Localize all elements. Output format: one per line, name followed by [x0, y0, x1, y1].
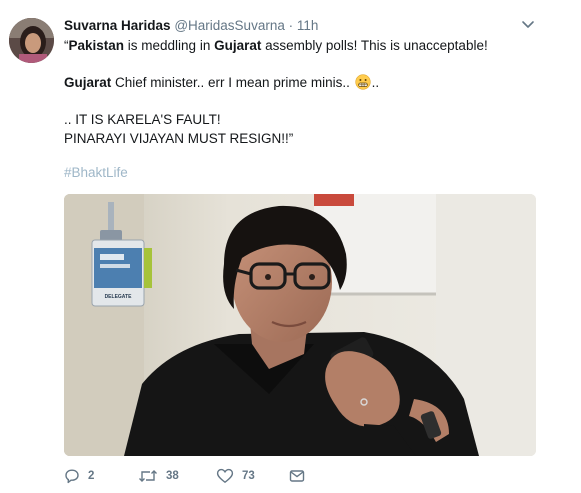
reply-button[interactable]: 2 — [64, 466, 94, 486]
bold-word-gujarat-2: Gujarat — [64, 75, 112, 90]
author-handle[interactable]: @HaridasSuvarna — [174, 18, 285, 33]
tweet-line-4: PINARAYI VIJAYAN MUST RESIGN!!” — [64, 130, 294, 146]
author-display-name[interactable]: Suvarna Haridas — [64, 18, 171, 33]
tweet-media-image[interactable]: DELEGATE — [64, 194, 536, 456]
tweet-line-1: “Pakistan is meddling in Gujarat assembl… — [64, 37, 544, 56]
header-separator: · — [288, 18, 294, 33]
tweet-timestamp[interactable]: 11h — [297, 18, 319, 33]
bold-word-pakistan: Pakistan — [68, 38, 125, 53]
retweet-button[interactable]: 38 — [138, 466, 179, 486]
heart-icon — [216, 468, 234, 483]
bold-word-gujarat: Gujarat — [214, 38, 262, 53]
tweet-text: “Pakistan is meddling in Gujarat assembl… — [64, 37, 544, 148]
chevron-down-icon[interactable] — [521, 20, 535, 30]
media-photo: DELEGATE — [64, 194, 536, 456]
grimacing-face-icon — [354, 74, 371, 90]
tweet-actions: 2 38 73 — [64, 466, 544, 486]
like-count: 73 — [242, 470, 255, 482]
tweet-line-3: .. IT IS KARELA'S FAULT! — [64, 112, 221, 127]
retweet-icon — [139, 470, 157, 482]
avatar[interactable] — [9, 18, 54, 63]
line-2-text-a: Chief minister.. err I mean prime minis.… — [111, 75, 354, 90]
lanyard-card-text: DELEGATE — [105, 294, 133, 300]
tweet-line-2: Gujarat Chief minister.. err I mean prim… — [64, 74, 544, 93]
line-1-text-a: is meddling in — [124, 38, 215, 53]
reply-icon — [65, 469, 79, 484]
line-1-text-b: assembly polls! This is unacceptable! — [261, 38, 488, 53]
direct-message-button[interactable] — [289, 466, 313, 486]
reply-count: 2 — [88, 470, 95, 482]
hashtag-link[interactable]: #BhaktLife — [64, 164, 128, 182]
avatar-photo — [9, 18, 54, 63]
envelope-icon — [289, 470, 305, 482]
line-2-text-b: .. — [371, 75, 380, 90]
tweet-header: Suvarna Haridas @HaridasSuvarna · 11h — [64, 17, 318, 35]
like-button[interactable]: 73 — [216, 466, 255, 486]
retweet-count: 38 — [166, 470, 179, 482]
tweet: Suvarna Haridas @HaridasSuvarna · 11h “P… — [0, 0, 581, 493]
